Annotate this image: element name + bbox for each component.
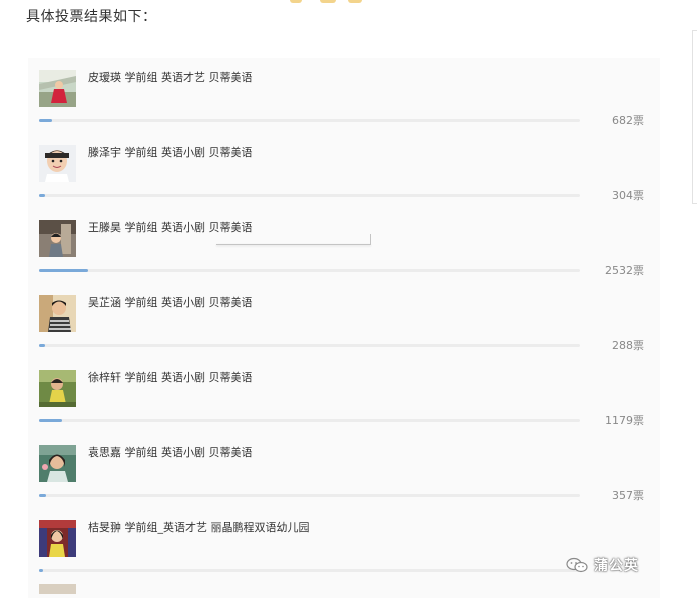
vote-progress-fill [39, 569, 43, 572]
candidate-name: 徐梓轩 学前组 英语小剧 贝蒂美语 [88, 371, 253, 384]
candidate-name: 滕泽宇 学前组 英语小剧 贝蒂美语 [88, 146, 253, 159]
vote-item: 王滕昊 学前组 英语小剧 贝蒂美语 2532票 [28, 208, 660, 283]
vote-item: 袁思嘉 学前组 英语小剧 贝蒂美语 357票 [28, 433, 660, 508]
vote-item: 吴芷涵 学前组 英语小剧 贝蒂美语 288票 [28, 283, 660, 358]
vote-item: 皮瑷瑛 学前组 英语才艺 贝蒂美语 682票 [28, 58, 660, 133]
stray-underline-tick [370, 234, 371, 245]
candidate-avatar [39, 70, 76, 107]
candidate-avatar [39, 584, 76, 594]
vote-count: 304票 [612, 189, 644, 202]
candidate-avatar [39, 520, 76, 557]
vote-count: 2532票 [605, 264, 644, 277]
vote-results-panel: 皮瑷瑛 学前组 英语才艺 贝蒂美语 682票 滕泽宇 学前组 英语小剧 贝蒂美语… [28, 58, 660, 598]
vote-progress-bar [39, 344, 580, 347]
vote-item: 徐梓轩 学前组 英语小剧 贝蒂美语 1179票 [28, 358, 660, 433]
vote-progress-fill [39, 194, 45, 197]
candidate-name: 吴芷涵 学前组 英语小剧 贝蒂美语 [88, 296, 253, 309]
top-decoration [290, 0, 365, 4]
candidate-name: 王滕昊 学前组 英语小剧 贝蒂美语 [88, 221, 253, 234]
vote-progress-fill [39, 494, 46, 497]
candidate-name: 袁思嘉 学前组 英语小剧 贝蒂美语 [88, 446, 253, 459]
vote-progress-bar [39, 494, 580, 497]
vote-progress-fill [39, 119, 52, 122]
wechat-icon [566, 557, 588, 573]
vote-progress-fill [39, 269, 88, 272]
candidate-name: 皮瑷瑛 学前组 英语才艺 贝蒂美语 [88, 71, 253, 84]
vote-count: 1179票 [605, 414, 644, 427]
vote-progress-bar [39, 569, 580, 572]
intro-text: 具体投票结果如下： [26, 9, 157, 25]
vote-progress-bar [39, 119, 580, 122]
vote-progress-bar [39, 269, 580, 272]
vote-progress-bar [39, 419, 580, 422]
vote-count: 682票 [612, 114, 644, 127]
vote-count: 357票 [612, 489, 644, 502]
vote-progress-fill [39, 419, 62, 422]
vote-progress-fill [39, 344, 45, 347]
stray-underline [216, 244, 371, 245]
candidate-name: 桔旻翀 学前组_英语才艺 丽晶鹏程双语幼儿园 [88, 521, 310, 534]
candidate-avatar [39, 370, 76, 407]
watermark-text: 蒲公英 [594, 558, 639, 574]
candidate-avatar [39, 445, 76, 482]
watermark: 蒲公英 [566, 555, 639, 575]
scroll-edge [692, 30, 697, 204]
vote-count: 288票 [612, 339, 644, 352]
vote-item: 滕泽宇 学前组 英语小剧 贝蒂美语 304票 [28, 133, 660, 208]
vote-progress-bar [39, 194, 580, 197]
candidate-avatar [39, 220, 76, 257]
candidate-avatar [39, 145, 76, 182]
candidate-avatar [39, 295, 76, 332]
